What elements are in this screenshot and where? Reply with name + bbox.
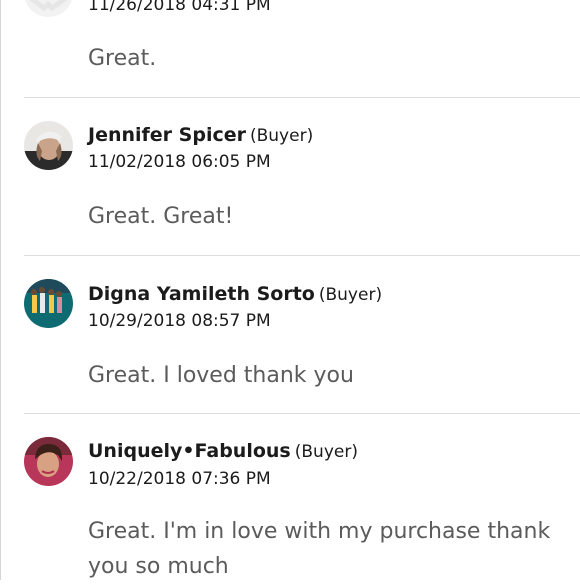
- reviewer-name-line: Digna Yamileth Sorto (Buyer): [88, 283, 382, 305]
- reviewer-name-line: Uniquely•Fabulous (Buyer): [88, 440, 358, 462]
- review-date: 11/02/2018 06:05 PM: [88, 152, 271, 172]
- review-date: 11/26/2018 04:31 PM: [88, 0, 271, 15]
- avatar[interactable]: [24, 437, 73, 486]
- avatar[interactable]: [24, 0, 73, 17]
- reviewer-name[interactable]: Uniquely•Fabulous: [88, 440, 291, 462]
- reviewer-name-line: Jennifer Spicer (Buyer): [88, 124, 313, 146]
- reviewer-role: (Buyer): [249, 126, 314, 146]
- reviewer-role: (Buyer): [318, 285, 383, 305]
- profile-photo-icon: [24, 279, 73, 328]
- review-date: 10/22/2018 07:36 PM: [88, 469, 271, 489]
- review-comment: Great. Great!: [88, 204, 234, 229]
- review-item: Digna Yamileth Sorto (Buyer) 10/29/2018 0…: [0, 256, 580, 414]
- avatar[interactable]: [24, 121, 73, 170]
- user-avatar-icon: [29, 0, 68, 12]
- avatar[interactable]: [24, 279, 73, 328]
- profile-photo-icon: [24, 437, 73, 486]
- reviewer-role: (Buyer): [294, 442, 358, 462]
- review-item: Uniquely•Fabulous (Buyer) 10/22/2018 07:3…: [0, 414, 580, 580]
- review-comment: Great. I loved thank you: [88, 363, 354, 388]
- review-comment: Great. I'm in love with my purchase than…: [88, 519, 551, 579]
- review-item: Jennifer Spicer (Buyer) 11/02/2018 06:05 …: [0, 99, 580, 256]
- review-comment: Great.: [88, 46, 157, 71]
- divider: [24, 97, 580, 98]
- review-date: 10/29/2018 08:57 PM: [88, 311, 271, 331]
- review-list: 11/26/2018 04:31 PM Great. Jennifer Spic…: [0, 0, 580, 580]
- profile-photo-icon: [24, 121, 73, 170]
- reviewer-name[interactable]: Digna Yamileth Sorto: [88, 283, 315, 305]
- reviewer-name[interactable]: Jennifer Spicer: [88, 124, 246, 146]
- review-item: 11/26/2018 04:31 PM Great.: [0, 0, 580, 99]
